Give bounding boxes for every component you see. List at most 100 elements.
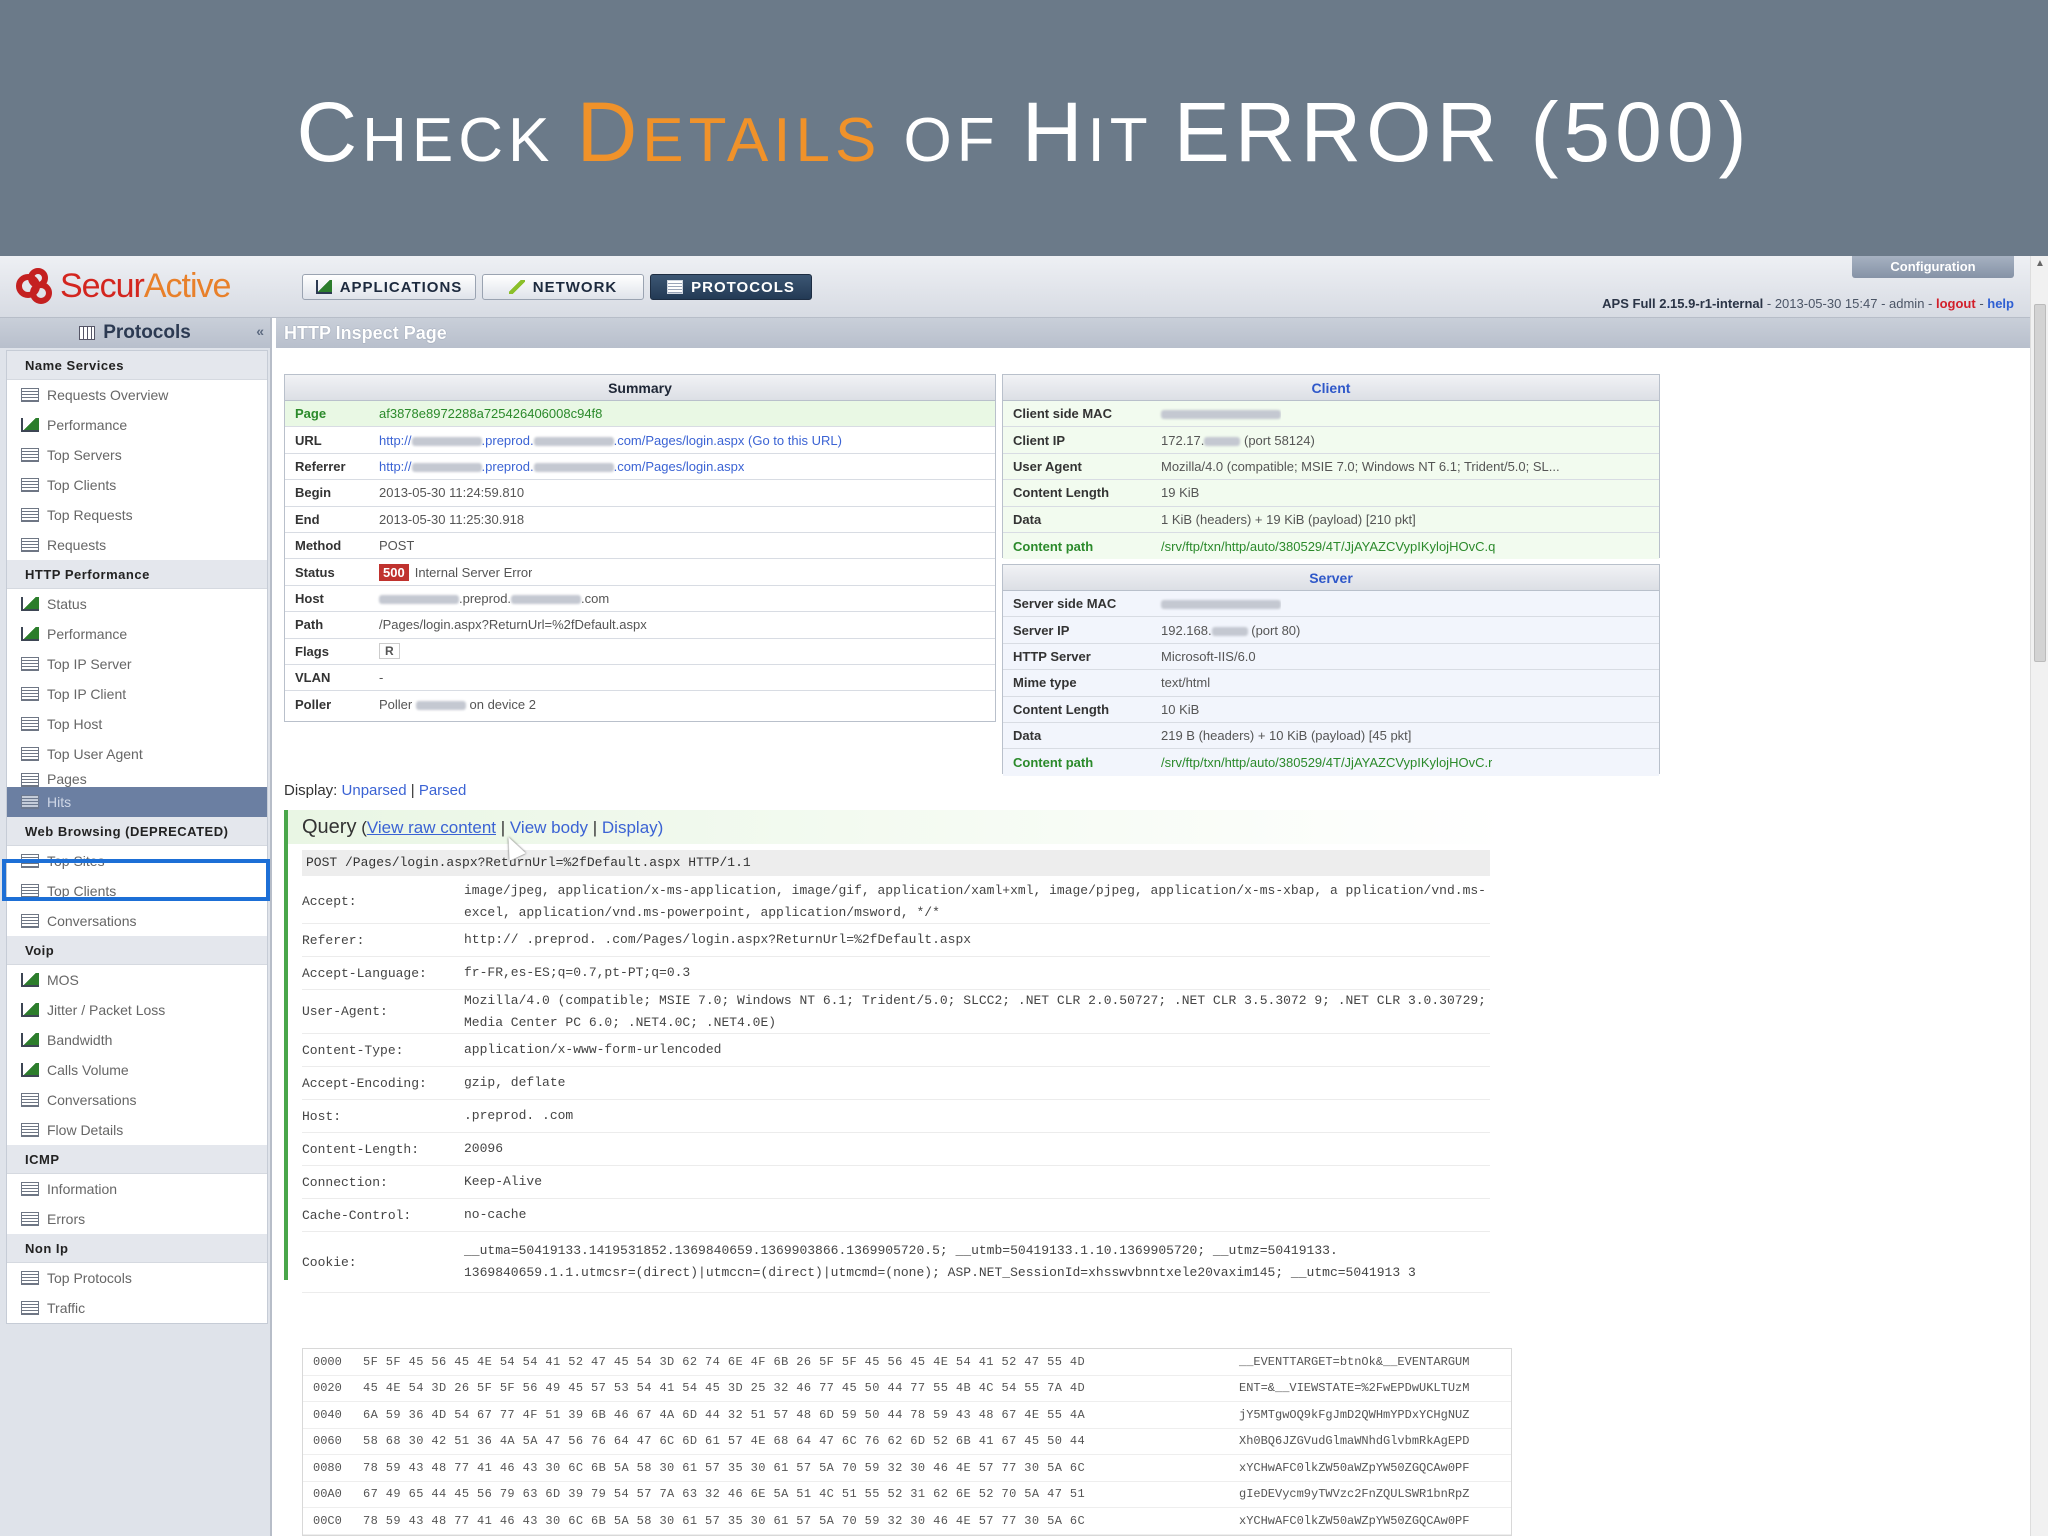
parsed-link[interactable]: Parsed: [419, 782, 467, 799]
client-content-path-link[interactable]: /srv/ftp/txn/http/auto/380529/4T/JjAYAZC…: [1153, 539, 1495, 554]
nav-item-requests-overview[interactable]: Requests Overview: [7, 380, 267, 410]
chart-icon: [21, 973, 39, 987]
nav-item-flow-details[interactable]: Flow Details: [7, 1115, 267, 1145]
nav-item-errors[interactable]: Errors: [7, 1204, 267, 1234]
table-icon: [21, 478, 39, 492]
header-value: Mozilla/4.0 (compatible; MSIE 7.0; Windo…: [464, 992, 1486, 1030]
app-toolbar: SecurActive APPLICATIONS NETWORK PROTOCO…: [0, 256, 2048, 318]
nav-item-top-requests[interactable]: Top Requests: [7, 500, 267, 530]
nav-item-performance[interactable]: Performance: [7, 410, 267, 440]
page-title: HTTP Inspect Page: [276, 318, 2030, 348]
header-value: no-cache: [464, 1207, 527, 1222]
query-section: Query (View raw content | View body | Di…: [284, 810, 2030, 1536]
hex-ascii: xYCHwAFC0lkZW50aWZpYW50ZGQCAw0PF: [1239, 1513, 1470, 1528]
nav-item-top-ip-server[interactable]: Top IP Server: [7, 649, 267, 679]
client-row-ip: Client IP 172.17. (port 58124): [1003, 427, 1659, 454]
header-name: Accept-Language:: [302, 965, 427, 981]
hits-highlight-box: [2, 859, 270, 901]
hex-offset: 00A0: [313, 1487, 342, 1502]
header-value: application/x-www-form-urlencoded: [464, 1042, 722, 1057]
nav-item-calls-volume[interactable]: Calls Volume: [7, 1055, 267, 1085]
nav-item-top-host[interactable]: Top Host: [7, 709, 267, 739]
view-body-link[interactable]: View body: [510, 818, 588, 837]
table-icon: [21, 747, 39, 761]
header-name: Content-Length:: [302, 1141, 420, 1157]
header-value: image/jpeg, application/x-ms-application…: [464, 882, 1486, 920]
view-raw-content-link[interactable]: View raw content: [367, 818, 496, 837]
table-icon: [21, 717, 39, 731]
nav-item-hits[interactable]: Hits: [7, 787, 267, 817]
header-row: User-Agent: Mozilla/4.0 (compatible; MSIE…: [302, 990, 1490, 1034]
logo-text: SecurActive: [60, 266, 231, 305]
chart-icon: [21, 418, 39, 432]
go-to-url-link[interactable]: (Go to this URL): [748, 433, 842, 448]
nav-item-web-conversations[interactable]: Conversations: [7, 906, 267, 936]
server-content-path-link[interactable]: /srv/ftp/txn/http/auto/380529/4T/JjAYAZC…: [1153, 755, 1492, 770]
scrollbar-thumb[interactable]: [2034, 304, 2046, 662]
hex-bytes: 45 4E 54 3D 26 5F 5F 56 49 45 57 53 54 4…: [363, 1381, 1086, 1396]
hex-bytes: 67 49 65 44 45 56 79 63 6D 39 79 54 57 7…: [363, 1487, 1086, 1502]
nav-item-top-clients[interactable]: Top Clients: [7, 470, 267, 500]
tab-network[interactable]: NETWORK: [482, 274, 644, 300]
vertical-scrollbar[interactable]: ▲: [2030, 256, 2048, 1536]
header-value: gzip, deflate: [464, 1075, 566, 1090]
nav-item-pages[interactable]: Pages: [7, 769, 267, 787]
sidebar-nav: Name Services Requests Overview Performa…: [6, 350, 268, 1324]
chart-icon: [21, 597, 39, 611]
protocols-icon: [79, 326, 96, 340]
nav-item-top-servers[interactable]: Top Servers: [7, 440, 267, 470]
slide-header: CHECK DETAILS OF HIT ERROR (500): [0, 0, 2048, 256]
hex-ascii: ENT=&__VIEWSTATE=%2FwEPDwUKLTUzM: [1239, 1381, 1470, 1396]
nav-section-icmp: ICMP: [7, 1145, 267, 1174]
client-row-content-length: Content Length 19 KiB: [1003, 480, 1659, 507]
client-row-content-path: Content path/srv/ftp/txn/http/auto/38052…: [1003, 532, 1659, 560]
nav-item-requests[interactable]: Requests: [7, 530, 267, 560]
unparsed-link[interactable]: Unparsed: [342, 782, 407, 799]
server-title: Server: [1003, 565, 1659, 591]
nav-item-mos[interactable]: MOS: [7, 965, 267, 995]
header-name: Accept:: [302, 894, 357, 909]
header-name: Cache-Control:: [302, 1207, 412, 1223]
chart-icon: [21, 1003, 39, 1017]
hex-offset: 0080: [313, 1460, 342, 1475]
tab-protocols[interactable]: PROTOCOLS: [650, 274, 812, 300]
collapse-sidebar-icon[interactable]: «: [256, 323, 264, 339]
table-icon: [21, 388, 39, 402]
securactive-logo[interactable]: SecurActive: [14, 264, 231, 308]
nav-item-jitter-packet-loss[interactable]: Jitter / Packet Loss: [7, 995, 267, 1025]
nav-item-information[interactable]: Information: [7, 1174, 267, 1204]
table-icon: [21, 1271, 39, 1285]
slide-title: CHECK DETAILS OF HIT ERROR (500): [296, 85, 1752, 179]
client-panel: Client Client side MAC Client IP 172.17. …: [1002, 374, 1660, 560]
configuration-button[interactable]: Configuration: [1852, 256, 2014, 278]
server-row-mime-type: Mime type text/html: [1003, 670, 1659, 697]
chart-icon: [21, 627, 39, 641]
client-row-data: Data 1 KiB (headers) + 19 KiB (payload) […: [1003, 506, 1659, 533]
client-title: Client: [1003, 375, 1659, 401]
scroll-up-arrow-icon[interactable]: ▲: [2035, 258, 2045, 269]
session-status: APS Full 2.15.9-r1-internal - 2013-05-30…: [1602, 296, 2014, 311]
header-name: Referer:: [302, 932, 365, 948]
hex-row: 00C0 78 59 43 48 77 41 46 43 30 6C 6B 5A …: [303, 1508, 1511, 1535]
document-icon: [667, 280, 684, 294]
header-name: Content-Type:: [302, 1042, 404, 1058]
app-window: SecurActive APPLICATIONS NETWORK PROTOCO…: [0, 256, 2048, 1536]
tab-applications[interactable]: APPLICATIONS: [302, 274, 476, 300]
nav-item-top-ip-client[interactable]: Top IP Client: [7, 679, 267, 709]
server-row-content-path: Content path/srv/ftp/txn/http/auto/38052…: [1003, 749, 1659, 776]
logout-link[interactable]: logout: [1936, 296, 1976, 311]
header-value: 20096: [464, 1141, 504, 1156]
nav-item-voip-conversations[interactable]: Conversations: [7, 1085, 267, 1115]
nav-item-bandwidth[interactable]: Bandwidth: [7, 1025, 267, 1055]
nav-item-traffic[interactable]: Traffic: [7, 1293, 267, 1323]
hex-offset: 0020: [313, 1381, 342, 1396]
summary-row-flags: Flags R: [285, 639, 995, 665]
nav-item-http-performance[interactable]: Performance: [7, 619, 267, 649]
hex-ascii: gIeDEVycm9yTWVzc2FnZQULSWR1bnRpZ: [1239, 1487, 1470, 1502]
help-link[interactable]: help: [1987, 296, 2014, 311]
hex-row: 0000 5F 5F 45 56 45 4E 54 54 41 52 47 45 …: [303, 1349, 1511, 1376]
nav-item-top-user-agent[interactable]: Top User Agent: [7, 739, 267, 769]
nav-item-top-protocols[interactable]: Top Protocols: [7, 1263, 267, 1293]
display-link[interactable]: Display: [602, 818, 658, 837]
nav-item-status[interactable]: Status: [7, 589, 267, 619]
